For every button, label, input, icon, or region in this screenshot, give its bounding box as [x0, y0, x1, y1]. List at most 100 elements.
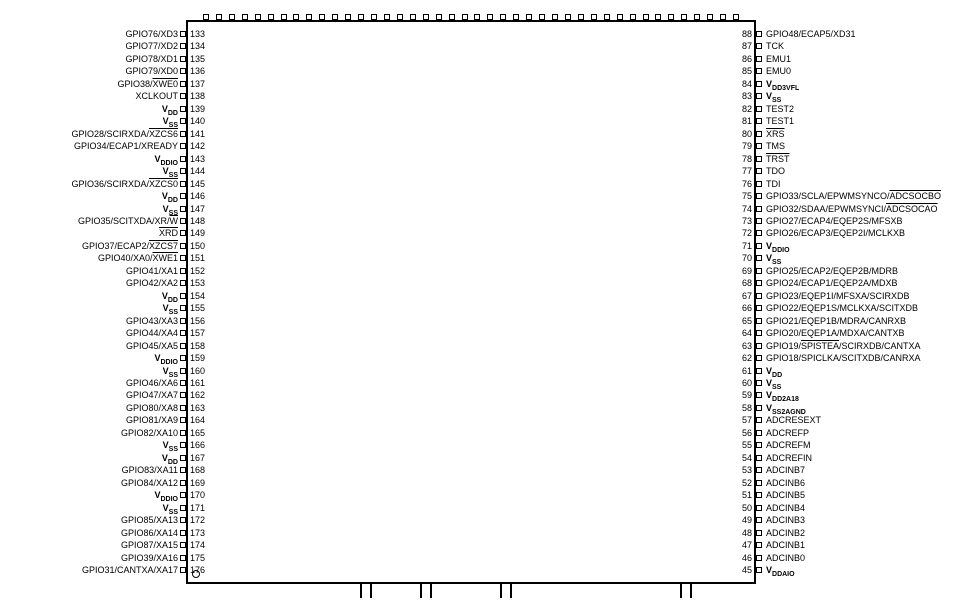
left-pin-tick	[180, 492, 186, 498]
pin-number: 57	[742, 415, 752, 425]
pin-number: 73	[742, 216, 752, 226]
top-pin-tick	[720, 14, 726, 20]
left-pin-tick	[180, 93, 186, 99]
left-pin-tick	[180, 567, 186, 573]
top-pin-tick	[423, 14, 429, 20]
left-pin-tick	[180, 156, 186, 162]
pin-number: 84	[742, 79, 752, 89]
right-pin-tick	[756, 305, 762, 311]
pin-number: 157	[190, 328, 205, 338]
pin-number: 60	[742, 378, 752, 388]
right-pin-tick	[756, 93, 762, 99]
pin-number: 136	[190, 66, 205, 76]
left-pin-tick	[180, 118, 186, 124]
pin-number: 72	[742, 228, 752, 238]
left-pin-tick	[180, 430, 186, 436]
pin-label: TCK	[766, 41, 784, 51]
left-pin-tick	[180, 392, 186, 398]
pin-number: 75	[742, 191, 752, 201]
left-pin-tick	[180, 230, 186, 236]
pin-label: GPIO19/SPISTEA/SCIRXDB/CANTXA	[766, 341, 921, 351]
pin-label: GPIO82/XA10	[121, 428, 178, 438]
right-pin-tick	[756, 368, 762, 374]
pin-number: 158	[190, 341, 205, 351]
pin-number: 45	[742, 565, 752, 575]
right-pin-tick	[756, 193, 762, 199]
top-pin-tick	[526, 14, 532, 20]
pin-number: 47	[742, 540, 752, 550]
pin-label: GPIO36/SCIRXDA/XZCS0	[71, 179, 178, 189]
pin-number: 85	[742, 66, 752, 76]
right-pin-tick	[756, 355, 762, 361]
pin-label: GPIO44/XA4	[126, 328, 178, 338]
pin-number: 48	[742, 528, 752, 538]
pin-label: GPIO41/XA1	[126, 266, 178, 276]
left-pin-tick	[180, 168, 186, 174]
pin-number: 160	[190, 366, 205, 376]
right-pin-tick	[756, 380, 762, 386]
left-pin-tick	[180, 305, 186, 311]
pin-label: ADCRESEXT	[766, 415, 821, 425]
pin-label: GPIO85/XA13	[121, 515, 178, 525]
top-pin-tick	[643, 14, 649, 20]
left-pin-tick	[180, 368, 186, 374]
top-pin-tick	[306, 14, 312, 20]
top-pin-tick	[268, 14, 274, 20]
pin-number: 46	[742, 553, 752, 563]
pin-number: 71	[742, 241, 752, 251]
pin-label: GPIO24/ECAP1/EQEP2A/MDXB	[766, 278, 898, 288]
right-pin-tick	[756, 417, 762, 423]
right-pin-tick	[756, 567, 762, 573]
pin-label: ADCINB4	[766, 503, 805, 513]
pin-number: 153	[190, 278, 205, 288]
top-pin-tick	[655, 14, 661, 20]
pin-number: 87	[742, 41, 752, 51]
left-pin-tick	[180, 56, 186, 62]
pin-label: GPIO32/SDAA/EPWMSYNCI/ADCSOCAO	[766, 204, 938, 214]
top-pin-tick	[319, 14, 325, 20]
pin-number: 161	[190, 378, 205, 388]
left-pin-tick	[180, 181, 186, 187]
pin-label: GPIO31/CANTXA/XA17	[82, 565, 178, 575]
pin-number: 176	[190, 565, 205, 575]
pin-label: EMU0	[766, 66, 791, 76]
pin-label: ADCREFM	[766, 440, 811, 450]
pin-number: 81	[742, 116, 752, 126]
right-pin-tick	[756, 218, 762, 224]
pin-label: GPIO76/XD3	[125, 29, 178, 39]
pin-label: GPIO23/EQEP1I/MFSXA/SCIRXDB	[766, 291, 910, 301]
right-pin-tick	[756, 81, 762, 87]
top-pin-tick	[552, 14, 558, 20]
top-pin-tick	[229, 14, 235, 20]
right-pin-tick	[756, 243, 762, 249]
pin-label: GPIO25/ECAP2/EQEP2B/MDRB	[766, 266, 898, 276]
pin-label: ADCREFP	[766, 428, 809, 438]
pin-label: GPIO79/XD0	[125, 66, 178, 76]
pin-label: GPIO77/XD2	[125, 41, 178, 51]
right-pin-tick	[756, 143, 762, 149]
pin-number: 137	[190, 79, 205, 89]
right-pin-tick	[756, 542, 762, 548]
left-pin-tick	[180, 555, 186, 561]
pin-number: 175	[190, 553, 205, 563]
pin-number: 173	[190, 528, 205, 538]
pin-label: GPIO83/XA11	[122, 465, 178, 475]
left-pin-tick	[180, 143, 186, 149]
right-pin-tick	[756, 43, 762, 49]
pin-number: 58	[742, 403, 752, 413]
right-pin-tick	[756, 156, 762, 162]
right-pin-tick	[756, 505, 762, 511]
left-pin-tick	[180, 131, 186, 137]
top-pin-tick	[474, 14, 480, 20]
right-pin-tick	[756, 430, 762, 436]
pin-label: GPIO21/EQEP1B/MDRA/CANRXB	[766, 316, 906, 326]
pin-label: GPIO42/XA2	[126, 278, 178, 288]
pin-number: 146	[190, 191, 205, 201]
pin-number: 68	[742, 278, 752, 288]
pin-number: 155	[190, 303, 205, 313]
left-pin-tick	[180, 343, 186, 349]
top-pin-tick	[449, 14, 455, 20]
pin-number: 63	[742, 341, 752, 351]
right-pin-tick	[756, 255, 762, 261]
right-pin-tick	[756, 56, 762, 62]
